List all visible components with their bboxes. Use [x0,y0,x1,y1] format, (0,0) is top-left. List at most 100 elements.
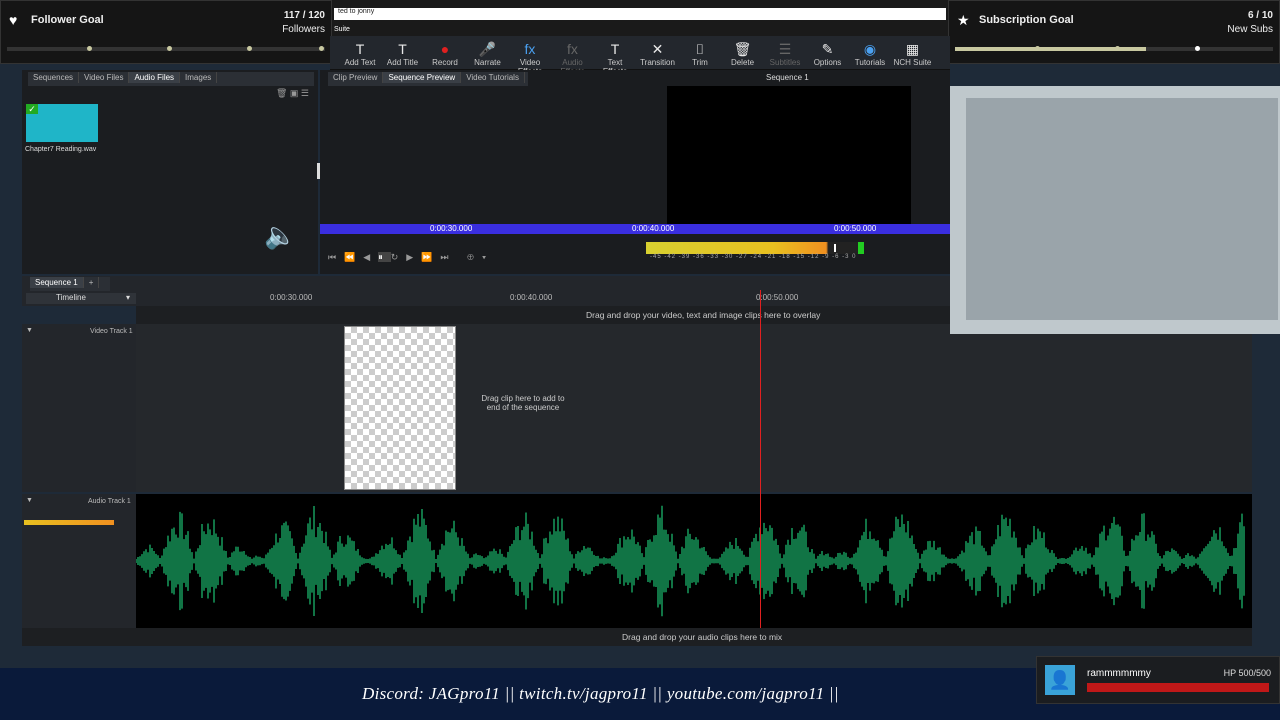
narrate-label: Narrate [474,58,501,67]
tutorials-button[interactable]: ◉ Tutorials [850,40,890,70]
audio-waveform-lane[interactable] [136,494,1252,628]
nch-suite-label: NCH Suite [893,58,932,67]
tab-sequence-1[interactable]: Sequence 1 [30,277,84,288]
follower-goal-count: 117 / 120 [283,10,325,21]
overlay-hint: Drag and drop your video, text and image… [586,310,821,320]
subtitles-label: Subtitles [769,58,801,67]
bin-view-icons[interactable]: 🗑 ▣ ☰ [276,88,316,98]
preview-tabs: Clip Preview Sequence Preview Video Tutori… [328,72,528,86]
speaker-icon: 🔈 [264,220,297,250]
transition-label: Transition [640,58,675,67]
video-track-toggle-icon[interactable]: ▼ [26,327,33,334]
star-icon: ★ [957,12,970,28]
audio-effects-button[interactable]: fxAudio Effects [553,40,593,76]
transition-icon: ✕ [651,41,664,57]
video-track-label: Video Track 1 [90,328,133,335]
tab-images[interactable]: Images [180,72,218,83]
timeline-time-50: 0:00:50.000 [756,293,799,302]
video-effects-icon: fx [524,41,536,57]
text-effects-icon: T [610,41,620,57]
video-track-header: ▼ Video Track 1 [22,324,136,492]
add-text-label: Add Text [344,58,376,67]
tutorials-label: Tutorials [854,58,886,67]
viewer-hp-bar [1087,683,1269,692]
audio-track-level [24,520,114,525]
audio-effects-icon: fx [567,41,578,57]
add-sequence-button[interactable]: + [84,277,100,288]
transition-button[interactable]: ✕ Transition [638,40,678,70]
delete-icon: 🗑 [733,41,752,57]
audio-file-thumbnail[interactable]: ✓ [26,104,98,142]
subtitles-button[interactable]: ☰ Subtitles [765,40,805,70]
vu-peak [834,244,836,252]
tab-sequences[interactable]: Sequences [28,72,80,83]
nch-suite-icon: ▦ [905,41,920,57]
delete-label: Delete [730,58,755,67]
checkmark-icon: ✓ [26,104,38,114]
subscription-goal-label: Subscription Goal [979,14,1074,26]
audio-track-header: ▼ Audio Track 1 [22,494,136,628]
options-button[interactable]: ✎ Options [808,40,848,70]
add-text-button[interactable]: T Add Text [340,40,380,70]
record-icon: ● [440,41,450,57]
text-effects-button[interactable]: TText Effects [595,40,635,76]
sequence-tabs: Sequence 1 + [30,277,110,291]
audio-track-toggle-icon[interactable]: ▼ [26,497,33,504]
suite-label: Suite [334,26,350,33]
preview-time-30: 0:00:30.000 [430,224,473,233]
follower-goal-label: Follower Goal [31,14,104,26]
tab-clip-preview[interactable]: Clip Preview [328,72,384,83]
vu-scale: -45 -42 -39 -36 -33 -30 -27 -24 -21 -18 … [650,254,857,260]
audio-track-label: Audio Track 1 [88,498,131,505]
vu-meter [646,242,864,254]
follower-goal-unit: Followers [282,24,325,35]
tab-video-files[interactable]: Video Files [79,72,130,83]
media-bin-panel: Sequences Video Files Audio Files Images 🗑 … [22,70,318,274]
delete-button[interactable]: 🗑 Delete [723,40,763,70]
preview-time-40: 0:00:40.000 [632,224,675,233]
video-preview-screen [667,86,911,226]
subscription-goal-count: 6 / 10 [1247,10,1273,21]
add-title-icon: T [398,41,407,57]
viewer-card: 👤 rammmmmmy HP 500/500 [1036,656,1280,704]
narrate-button[interactable]: 🎤 Narrate [468,40,508,70]
options-icon: ✎ [821,41,834,57]
stream-title-strip: ted to jonny THE SHOBAK IS LIVE! Suite [332,0,948,36]
video-effects-button[interactable]: fxVideo Effects [510,40,550,76]
user-icon: 👤 [1045,665,1075,695]
pause-button[interactable]: ⏸ [378,252,391,262]
audio-file-name[interactable]: Chapter7 Reading.wav [25,146,96,153]
tab-sequence-preview[interactable]: Sequence Preview [383,72,462,83]
mix-drop-row[interactable]: Drag and drop your audio clips here to m… [22,628,1252,646]
nch-suite-button[interactable]: ▦ NCH Suite [893,40,933,70]
record-button[interactable]: ● Record [425,40,465,70]
transport-controls[interactable]: ⏮⏪◀⏸↻▶⏩⏭ ⊕▾ [328,252,508,266]
timeline-time-40: 0:00:40.000 [510,293,553,302]
sequence-title: Sequence 1 [766,73,809,82]
add-title-button[interactable]: T Add Title [383,40,423,70]
banner-text: Discord: JAGpro11 || twitch.tv/jagpro11 … [362,684,839,703]
preview-time-50: 0:00:50.000 [834,224,877,233]
tab-audio-files[interactable]: Audio Files [129,72,181,83]
subscription-goal-progress [955,46,1273,51]
tab-video-tutorials[interactable]: Video Tutorials [461,72,525,83]
subtitles-icon: ☰ [778,41,792,57]
video-track-lane[interactable]: Drag clip here to add to end of the sequ… [136,324,1252,492]
editor-toolbar: T Add Text T Add Title ● Record 🎤 Narrate fx Vide… [330,36,950,76]
trim-button[interactable]: ⌷ Trim [680,40,720,70]
timeline-mode-select[interactable]: Timeline ▾ [26,293,136,304]
webcam-frame [950,86,1280,334]
narrate-icon: 🎤 [478,41,497,57]
subscription-goal-unit: New Subs [1227,24,1273,35]
add-text-icon: T [355,41,365,57]
viewer-hp: HP 500/500 [1223,668,1271,678]
playhead[interactable] [760,290,761,628]
timeline-time-30: 0:00:30.000 [270,293,313,302]
mix-hint: Drag and drop your audio clips here to m… [622,632,783,642]
video-clip[interactable] [344,326,456,490]
add-title-label: Add Title [386,58,419,67]
record-label: Record [432,58,458,67]
options-label: Options [813,58,842,67]
tutorials-icon: ◉ [863,41,877,57]
webcam-video [966,98,1278,320]
